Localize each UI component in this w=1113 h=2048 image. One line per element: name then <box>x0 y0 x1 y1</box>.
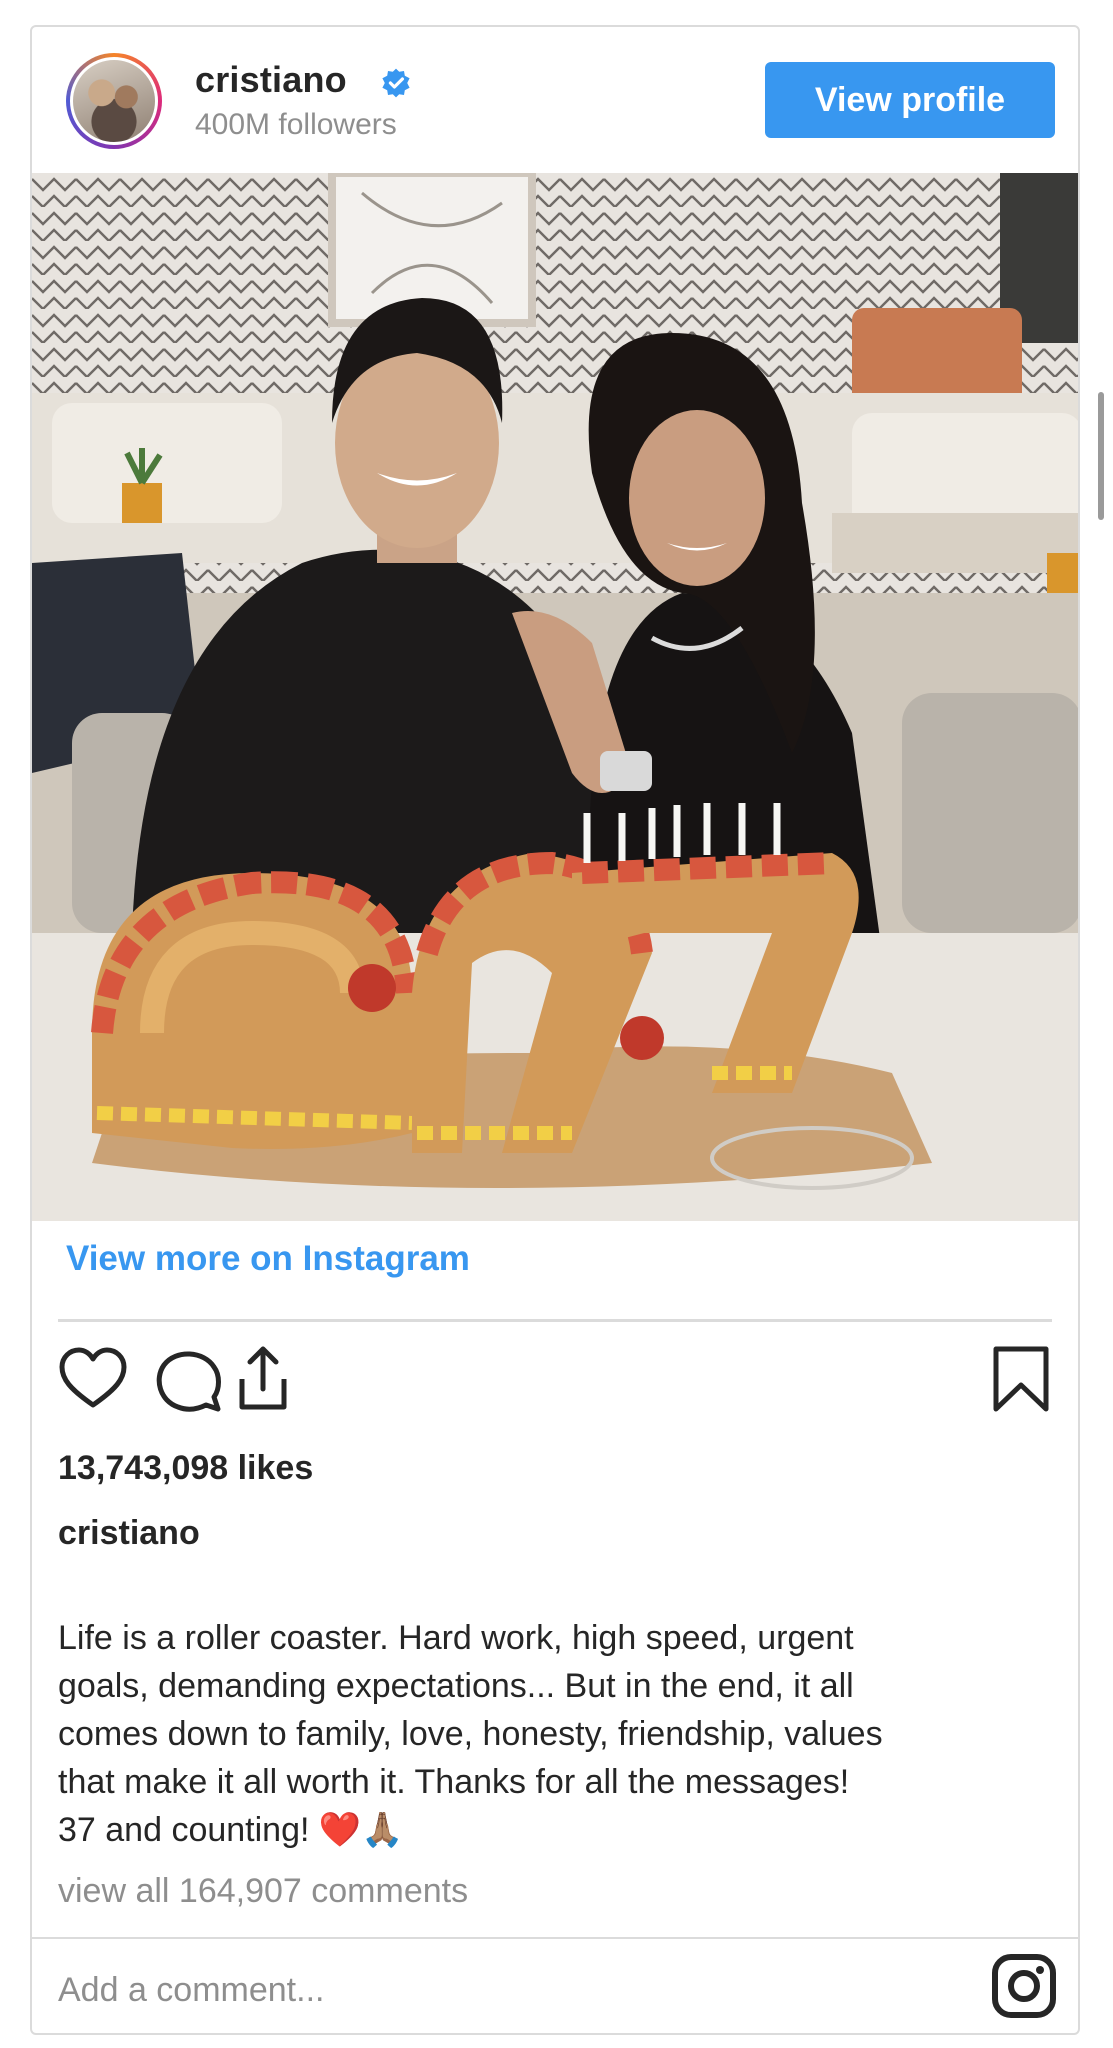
view-profile-button[interactable]: View profile <box>765 62 1055 138</box>
add-comment-input[interactable] <box>58 1965 958 2015</box>
post-photo-illustration <box>32 173 1078 1221</box>
share-icon[interactable] <box>228 1345 298 1415</box>
like-count[interactable]: 13,743,098 likes <box>58 1449 313 1488</box>
view-more-on-instagram-link[interactable]: View more on Instagram <box>66 1239 470 1279</box>
caption-line: goals, demanding expectations... But in … <box>58 1667 854 1705</box>
comment-bubble-icon[interactable] <box>154 1345 224 1415</box>
post-caption: Life is a roller coaster. Hard work, hig… <box>58 1614 1058 1854</box>
divider <box>32 1937 1078 1939</box>
username[interactable]: cristiano <box>195 59 347 101</box>
post-photo[interactable] <box>32 173 1078 1221</box>
heart-icon[interactable] <box>58 1345 128 1415</box>
caption-username[interactable]: cristiano <box>58 1514 200 1553</box>
avatar-story-ring[interactable] <box>66 53 162 149</box>
instagram-logo-icon[interactable] <box>990 1952 1058 2020</box>
divider <box>58 1319 1052 1322</box>
instagram-embed-card: cristiano 400M followers View profile Vi… <box>30 25 1080 2035</box>
action-bar <box>58 1345 1056 1425</box>
follower-count: 400M followers <box>195 108 397 141</box>
caption-line: that make it all worth it. Thanks for al… <box>58 1763 850 1801</box>
view-all-comments-link[interactable]: view all 164,907 comments <box>58 1872 468 1911</box>
avatar[interactable] <box>70 57 158 145</box>
caption-line: comes down to family, love, honesty, fri… <box>58 1715 883 1753</box>
verified-badge-icon <box>382 68 410 98</box>
bookmark-icon[interactable] <box>986 1345 1056 1415</box>
post-header: cristiano 400M followers View profile <box>32 27 1078 173</box>
caption-line: 37 and counting! ❤️🙏🏽 <box>58 1811 404 1849</box>
scrollbar[interactable] <box>1098 392 1104 520</box>
caption-line: Life is a roller coaster. Hard work, hig… <box>58 1619 854 1657</box>
